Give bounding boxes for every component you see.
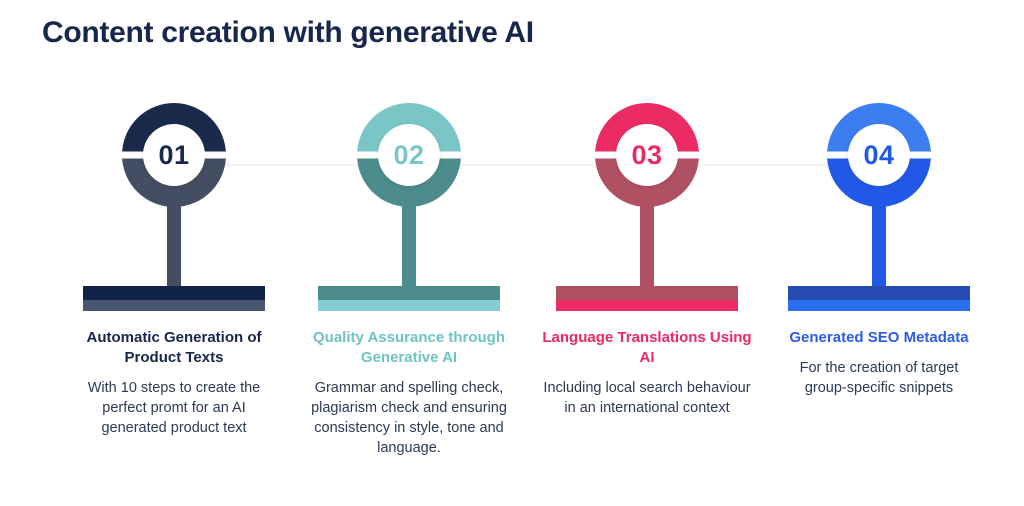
step-heading: Quality Assurance through Generative AI xyxy=(313,329,505,366)
step-caption-02: Quality Assurance through Generative AI … xyxy=(303,328,515,459)
step-number-badge-02: 02 xyxy=(378,124,440,186)
base-bottom-stripe xyxy=(83,300,265,311)
infographic-root: Content creation with generative AI 01 A… xyxy=(0,0,1024,506)
step-stem-03 xyxy=(640,195,654,289)
step-item-02: 02 Quality Assurance through Generative … xyxy=(293,95,525,459)
step-body: With 10 steps to create the perfect prom… xyxy=(87,379,261,437)
step-heading: Generated SEO Metadata xyxy=(789,329,969,346)
step-marker-03: 03 xyxy=(547,95,747,311)
step-base-04 xyxy=(788,286,970,311)
step-item-03: 03 Language Translations Using AI Includ… xyxy=(531,95,763,459)
base-top-stripe xyxy=(788,286,970,300)
step-marker-04: 04 xyxy=(779,95,979,311)
step-caption-01: Automatic Generation of Product Texts Wi… xyxy=(72,328,277,438)
step-number-badge-03: 03 xyxy=(616,124,678,186)
steps-row: 01 Automatic Generation of Product Texts… xyxy=(0,95,1024,459)
step-item-01: 01 Automatic Generation of Product Texts… xyxy=(58,95,290,459)
step-number-label: 03 xyxy=(631,139,663,170)
base-top-stripe xyxy=(556,286,738,300)
step-heading: Automatic Generation of Product Texts xyxy=(86,329,262,366)
step-body: For the creation of target group-specifi… xyxy=(799,359,959,397)
step-number-label: 01 xyxy=(158,139,190,170)
step-number-label: 04 xyxy=(863,139,895,170)
step-number-badge-01: 01 xyxy=(143,124,205,186)
step-stem-02 xyxy=(402,195,416,289)
step-caption-03: Language Translations Using AI Including… xyxy=(540,328,754,418)
step-body: Grammar and spelling check, plagiarism c… xyxy=(311,379,507,457)
base-top-stripe xyxy=(83,286,265,300)
step-number-badge-04: 04 xyxy=(848,124,910,186)
step-marker-01: 01 xyxy=(74,95,274,311)
step-base-02 xyxy=(318,286,500,311)
base-top-stripe xyxy=(318,286,500,300)
base-bottom-stripe xyxy=(556,300,738,311)
base-bottom-stripe xyxy=(318,300,500,311)
step-body: Including local search behaviour in an i… xyxy=(543,379,751,416)
page-title: Content creation with generative AI xyxy=(42,16,534,49)
step-item-04: 04 Generated SEO Metadata For the creati… xyxy=(763,95,995,459)
step-base-03 xyxy=(556,286,738,311)
step-number-label: 02 xyxy=(393,139,425,170)
step-marker-02: 02 xyxy=(309,95,509,311)
step-base-01 xyxy=(83,286,265,311)
step-heading: Language Translations Using AI xyxy=(542,329,752,366)
step-caption-04: Generated SEO Metadata For the creation … xyxy=(779,328,979,398)
step-stem-04 xyxy=(872,195,886,289)
step-stem-01 xyxy=(167,195,181,289)
base-bottom-stripe xyxy=(788,300,970,311)
